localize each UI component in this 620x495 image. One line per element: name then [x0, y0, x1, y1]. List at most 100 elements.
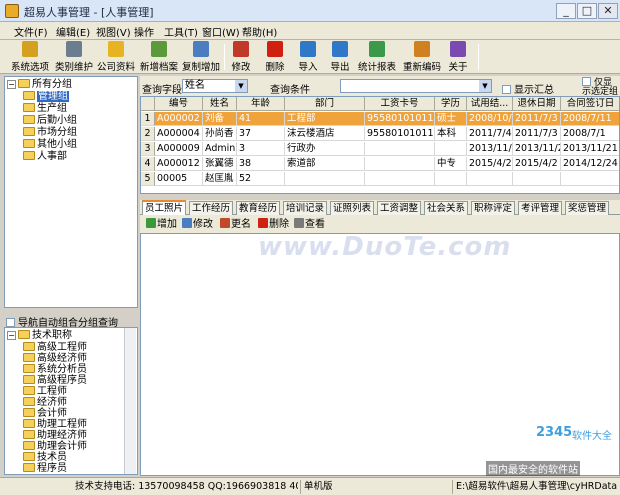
status-mode: 单机版 — [300, 480, 450, 494]
table-cell — [467, 172, 513, 186]
grid-column-header[interactable]: 姓名 — [203, 97, 237, 111]
question-icon — [450, 41, 466, 57]
grid-column-header[interactable]: 学历 — [435, 97, 467, 111]
tab-2[interactable]: 教育经历 — [236, 201, 280, 215]
view-photo-button[interactable]: 查看 — [294, 218, 325, 231]
table-cell: 索道部 — [285, 157, 365, 171]
tree-item-logistics-group[interactable]: 后勤小组 — [23, 115, 77, 127]
tab-4[interactable]: 证照列表 — [330, 201, 374, 215]
row-number[interactable]: 1 — [141, 112, 155, 126]
export-button[interactable]: 导出 — [328, 41, 352, 73]
row-number[interactable]: 4 — [141, 157, 155, 171]
row-number[interactable]: 5 — [141, 172, 155, 186]
toolbar-separator — [224, 44, 225, 70]
table-cell — [365, 172, 435, 186]
tree-item-production-group[interactable]: 生产组 — [23, 103, 67, 115]
stats-report-button[interactable]: 统计报表 — [357, 41, 397, 73]
delete-photo-button[interactable]: 删除 — [258, 218, 289, 231]
about-button[interactable]: 关于 — [446, 41, 470, 73]
folder-icon — [23, 397, 35, 406]
table-cell — [285, 172, 365, 186]
table-cell: 孙尚香 — [203, 127, 237, 141]
tree-root-all-groups[interactable]: − 所有分组 — [7, 79, 72, 91]
tab-6[interactable]: 社会关系 — [424, 201, 468, 215]
minimize-button[interactable]: _ — [556, 3, 576, 19]
grid-column-header[interactable]: 部门 — [285, 97, 365, 111]
delete-button[interactable]: 删除 — [263, 41, 287, 73]
checkbox-icon — [582, 77, 591, 86]
tree-item-market-group[interactable]: 市场分组 — [23, 127, 77, 139]
grid-column-header[interactable]: 编号 — [155, 97, 203, 111]
menu-help[interactable]: 帮助(H) — [242, 24, 277, 39]
company-info-button[interactable]: 公司资料 — [96, 41, 136, 73]
nav-auto-combine-checkbox[interactable]: 导航自动组合分组查询 — [6, 314, 146, 329]
folder-icon — [23, 127, 35, 136]
watermark-footer: 国内最安全的软件站 — [486, 461, 580, 476]
tab-0[interactable]: 员工照片 — [142, 200, 186, 215]
row-number[interactable]: 2 — [141, 127, 155, 141]
category-maintain-button[interactable]: 类别维护 — [54, 41, 94, 73]
tab-1[interactable]: 工作经历 — [189, 201, 233, 215]
table-cell: 955801010111 — [365, 112, 435, 126]
show-summary-checkbox[interactable]: 显示汇总 — [502, 81, 554, 96]
tab-9[interactable]: 奖惩管理 — [565, 201, 609, 215]
query-field-select[interactable]: 姓名 ▼ — [182, 79, 248, 93]
rename-photo-button[interactable]: 更名 — [220, 218, 251, 231]
tree-item-other-group[interactable]: 其他小组 — [23, 139, 77, 151]
tree-item-hr-dept[interactable]: 人事部 — [23, 151, 67, 163]
close-button[interactable]: ✕ — [598, 3, 618, 19]
only-selected-group-checkbox[interactable]: 仅显示选定组 — [582, 77, 620, 95]
table-cell — [561, 172, 619, 186]
table-cell: A000004 — [155, 127, 203, 141]
add-photo-button[interactable]: 增加 — [146, 218, 177, 231]
table-cell: 2011/7/4 — [467, 127, 513, 141]
table-cell — [365, 157, 435, 171]
edit-photo-button[interactable]: 修改 — [182, 218, 213, 231]
row-number[interactable]: 3 — [141, 142, 155, 156]
menu-file[interactable]: 文件(F) — [14, 24, 48, 39]
system-options-button[interactable]: 系统选项 — [10, 41, 50, 73]
tree-root-tech-title[interactable]: − 技术职称 — [7, 330, 72, 342]
toolbar-chevron[interactable] — [478, 44, 479, 70]
copy-add-button[interactable]: 复制增加 — [181, 41, 221, 73]
edit-button[interactable]: 修改 — [229, 41, 253, 73]
menu-operate[interactable]: 操作 — [134, 24, 154, 39]
new-record-button[interactable]: 新增档案 — [139, 41, 179, 73]
menu-window[interactable]: 窗口(W) — [202, 24, 240, 39]
collapse-icon[interactable]: − — [7, 80, 16, 89]
table-cell — [513, 172, 561, 186]
tree-item-manage-group[interactable]: 管理组 — [23, 91, 69, 103]
menu-view[interactable]: 视图(V) — [96, 24, 131, 39]
grid-column-header[interactable]: 工资卡号 — [365, 97, 435, 111]
tab-8[interactable]: 考评管理 — [518, 201, 562, 215]
table-cell — [435, 172, 467, 186]
table-cell: 张翼德 — [203, 157, 237, 171]
recode-icon — [414, 41, 430, 57]
query-cond-select[interactable]: ▼ — [340, 79, 492, 93]
import-button[interactable]: 导入 — [296, 41, 320, 73]
tab-3[interactable]: 培训记录 — [283, 201, 327, 215]
pencil-icon — [233, 41, 249, 57]
collapse-icon[interactable]: − — [7, 331, 16, 340]
grid-column-header[interactable]: 合同签订日 — [561, 97, 619, 111]
grid-column-header[interactable]: 退休日期 — [513, 97, 561, 111]
menu-edit[interactable]: 编辑(E) — [56, 24, 90, 39]
recode-button[interactable]: 重新编码 — [402, 41, 442, 73]
table-cell: 41 — [237, 112, 285, 126]
folder-icon — [23, 364, 35, 373]
tree-scrollbar[interactable] — [124, 328, 136, 474]
tree-item[interactable]: 程序员 — [23, 463, 67, 475]
menu-tools[interactable]: 工具(T) — [164, 24, 198, 39]
maximize-button[interactable]: □ — [577, 3, 597, 19]
grid-column-header[interactable]: 试用结... — [467, 97, 513, 111]
grid-column-header[interactable]: 年龄 — [237, 97, 285, 111]
table-cell: 2011/7/3 — [513, 112, 561, 126]
table-cell: A000012 — [155, 157, 203, 171]
tab-5[interactable]: 工资调整 — [377, 201, 421, 215]
grid-column-header[interactable] — [141, 97, 155, 111]
table-cell: 2008/7/11 — [561, 112, 619, 126]
export-icon — [332, 41, 348, 57]
table-cell: 955801010111 — [365, 127, 435, 141]
table-cell: 赵匡胤 — [203, 172, 237, 186]
tab-7[interactable]: 职称评定 — [471, 201, 515, 215]
